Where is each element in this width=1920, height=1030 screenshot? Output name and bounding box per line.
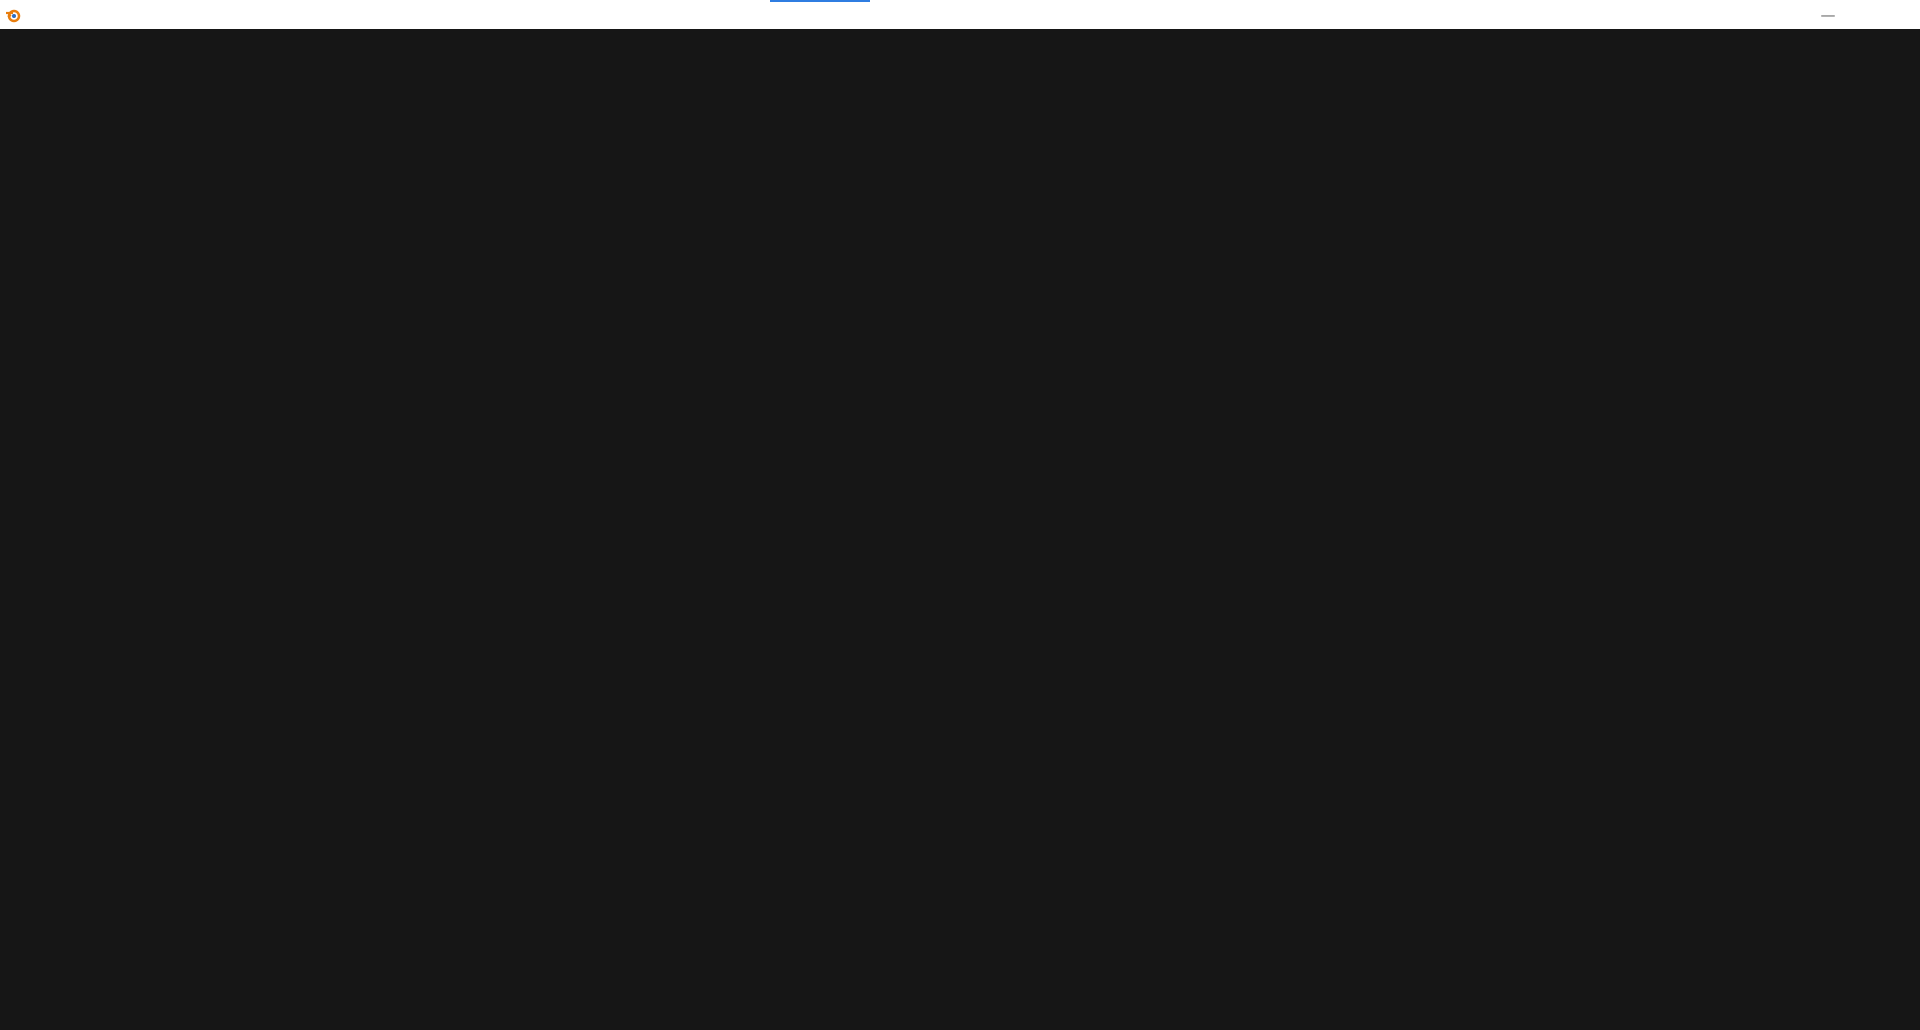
minimize-icon: —: [1820, 5, 1836, 24]
blender-logo-icon: [2, 4, 24, 26]
titlebar-accent: [770, 0, 870, 2]
window-titlebar: —: [0, 0, 1920, 29]
minimize-button[interactable]: —: [1800, 0, 1856, 29]
